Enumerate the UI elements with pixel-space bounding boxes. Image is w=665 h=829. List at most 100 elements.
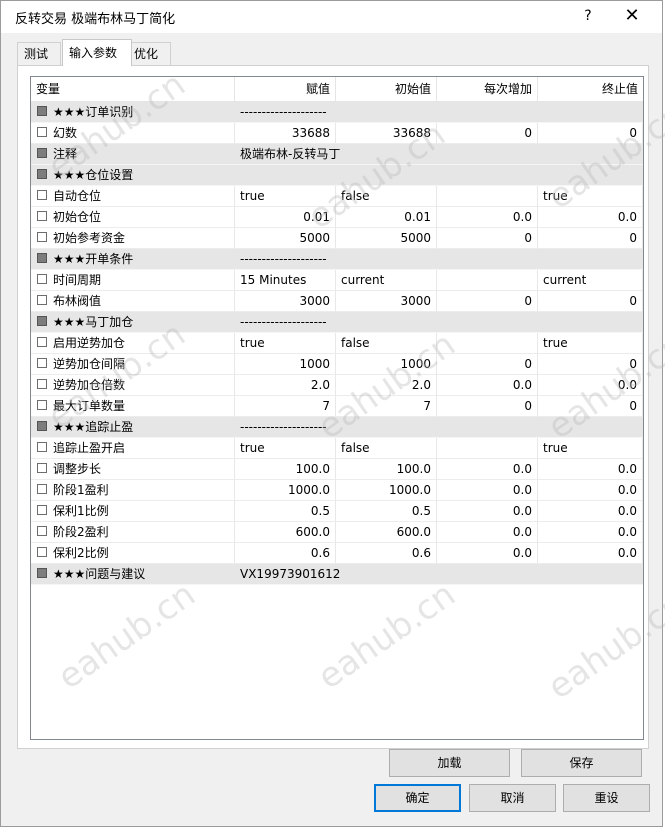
group-row[interactable]: ★★★问题与建议 VX19973901612 — [31, 564, 643, 585]
group-row[interactable]: ★★★开单条件 -------------------- — [31, 249, 643, 270]
param-stop[interactable]: 0.0 — [538, 459, 643, 480]
group-row[interactable]: ★★★马丁加仓 -------------------- — [31, 312, 643, 333]
param-start[interactable]: false — [336, 333, 437, 354]
param-value[interactable]: 0.6 — [235, 543, 336, 564]
tab-optimization[interactable]: 优化 — [127, 42, 171, 65]
param-step[interactable]: 0.0 — [437, 543, 538, 564]
params-grid[interactable]: 变量 赋值 初始值 每次增加 终止值 ★★★订单识别 --------------… — [30, 76, 644, 740]
param-start[interactable]: current — [336, 270, 437, 291]
header-variable[interactable]: 变量 — [31, 77, 235, 101]
param-stop[interactable]: current — [538, 270, 643, 291]
param-row[interactable]: 逆势加仓间隔 1000 1000 0 0 — [31, 354, 643, 375]
param-step[interactable]: 0 — [437, 123, 538, 144]
param-start[interactable]: 7 — [336, 396, 437, 417]
param-stop[interactable]: true — [538, 333, 643, 354]
param-start[interactable]: 3000 — [336, 291, 437, 312]
param-value[interactable]: 1000.0 — [235, 480, 336, 501]
header-step[interactable]: 每次增加 — [437, 77, 538, 101]
param-stop[interactable]: 0 — [538, 354, 643, 375]
param-row[interactable]: 初始仓位 0.01 0.01 0.0 0.0 — [31, 207, 643, 228]
header-stop[interactable]: 终止值 — [538, 77, 643, 101]
param-row[interactable]: 保利1比例 0.5 0.5 0.0 0.0 — [31, 501, 643, 522]
param-step[interactable]: 0.0 — [437, 480, 538, 501]
param-value[interactable]: 33688 — [235, 123, 336, 144]
param-row[interactable]: 初始参考资金 5000 5000 0 0 — [31, 228, 643, 249]
group-row[interactable]: ★★★仓位设置 — [31, 165, 643, 186]
param-value[interactable]: 15 Minutes — [235, 270, 336, 291]
param-row[interactable]: 保利2比例 0.6 0.6 0.0 0.0 — [31, 543, 643, 564]
param-row[interactable]: 幻数 33688 33688 0 0 — [31, 123, 643, 144]
param-start[interactable]: 0.01 — [336, 207, 437, 228]
param-row[interactable]: 阶段2盈利 600.0 600.0 0.0 0.0 — [31, 522, 643, 543]
param-start[interactable]: 33688 — [336, 123, 437, 144]
param-step[interactable] — [437, 438, 538, 459]
cancel-button[interactable]: 取消 — [469, 784, 556, 812]
param-value[interactable]: 600.0 — [235, 522, 336, 543]
ok-button[interactable]: 确定 — [374, 784, 461, 812]
tab-test[interactable]: 测试 — [17, 42, 61, 65]
param-value[interactable]: -------------------- — [235, 249, 643, 270]
param-step[interactable]: 0.0 — [437, 207, 538, 228]
param-stop[interactable]: 0.0 — [538, 375, 643, 396]
param-stop[interactable]: 0 — [538, 123, 643, 144]
param-value[interactable] — [235, 165, 643, 186]
param-start[interactable]: 0.6 — [336, 543, 437, 564]
group-row[interactable]: ★★★追踪止盈 -------------------- — [31, 417, 643, 438]
param-row[interactable]: 时间周期 15 Minutes current current — [31, 270, 643, 291]
param-start[interactable]: 1000 — [336, 354, 437, 375]
param-step[interactable]: 0 — [437, 291, 538, 312]
param-row[interactable]: 调整步长 100.0 100.0 0.0 0.0 — [31, 459, 643, 480]
param-value[interactable]: 2.0 — [235, 375, 336, 396]
param-stop[interactable]: true — [538, 186, 643, 207]
param-row[interactable]: 启用逆势加仓 true false true — [31, 333, 643, 354]
param-start[interactable]: false — [336, 438, 437, 459]
param-value[interactable]: -------------------- — [235, 312, 643, 333]
load-button[interactable]: 加载 — [389, 749, 510, 777]
help-icon[interactable]: ? — [566, 1, 610, 31]
group-row[interactable]: 注释 极端布林-反转马丁 — [31, 144, 643, 165]
param-start[interactable]: 0.5 — [336, 501, 437, 522]
param-step[interactable]: 0.0 — [437, 501, 538, 522]
param-stop[interactable]: 0.0 — [538, 522, 643, 543]
param-step[interactable]: 0 — [437, 354, 538, 375]
param-value[interactable]: 0.5 — [235, 501, 336, 522]
param-start[interactable]: 5000 — [336, 228, 437, 249]
param-step[interactable]: 0.0 — [437, 375, 538, 396]
param-value[interactable]: VX19973901612 — [235, 564, 643, 585]
param-value[interactable]: 0.01 — [235, 207, 336, 228]
param-row[interactable]: 逆势加仓倍数 2.0 2.0 0.0 0.0 — [31, 375, 643, 396]
param-stop[interactable]: 0.0 — [538, 543, 643, 564]
param-start[interactable]: 100.0 — [336, 459, 437, 480]
save-button[interactable]: 保存 — [521, 749, 642, 777]
param-step[interactable]: 0 — [437, 228, 538, 249]
param-row[interactable]: 最大订单数量 7 7 0 0 — [31, 396, 643, 417]
param-step[interactable] — [437, 333, 538, 354]
param-value[interactable]: -------------------- — [235, 102, 643, 123]
param-start[interactable]: 600.0 — [336, 522, 437, 543]
param-step[interactable] — [437, 270, 538, 291]
param-stop[interactable]: true — [538, 438, 643, 459]
param-step[interactable]: 0.0 — [437, 459, 538, 480]
param-row[interactable]: 阶段1盈利 1000.0 1000.0 0.0 0.0 — [31, 480, 643, 501]
param-value[interactable]: 7 — [235, 396, 336, 417]
param-start[interactable]: 1000.0 — [336, 480, 437, 501]
param-stop[interactable]: 0 — [538, 291, 643, 312]
param-value[interactable]: -------------------- — [235, 417, 643, 438]
param-stop[interactable]: 0 — [538, 228, 643, 249]
header-value[interactable]: 赋值 — [235, 77, 336, 101]
param-value[interactable]: true — [235, 186, 336, 207]
param-value[interactable]: 5000 — [235, 228, 336, 249]
group-row[interactable]: ★★★订单识别 -------------------- — [31, 102, 643, 123]
param-step[interactable]: 0 — [437, 396, 538, 417]
param-row[interactable]: 布林阀值 3000 3000 0 0 — [31, 291, 643, 312]
param-value[interactable]: 1000 — [235, 354, 336, 375]
param-value[interactable]: true — [235, 333, 336, 354]
param-value[interactable]: 极端布林-反转马丁 — [235, 144, 643, 165]
param-step[interactable] — [437, 186, 538, 207]
param-start[interactable]: false — [336, 186, 437, 207]
param-stop[interactable]: 0 — [538, 396, 643, 417]
param-stop[interactable]: 0.0 — [538, 501, 643, 522]
param-value[interactable]: 3000 — [235, 291, 336, 312]
param-value[interactable]: true — [235, 438, 336, 459]
close-icon[interactable]: ✕ — [610, 1, 654, 31]
